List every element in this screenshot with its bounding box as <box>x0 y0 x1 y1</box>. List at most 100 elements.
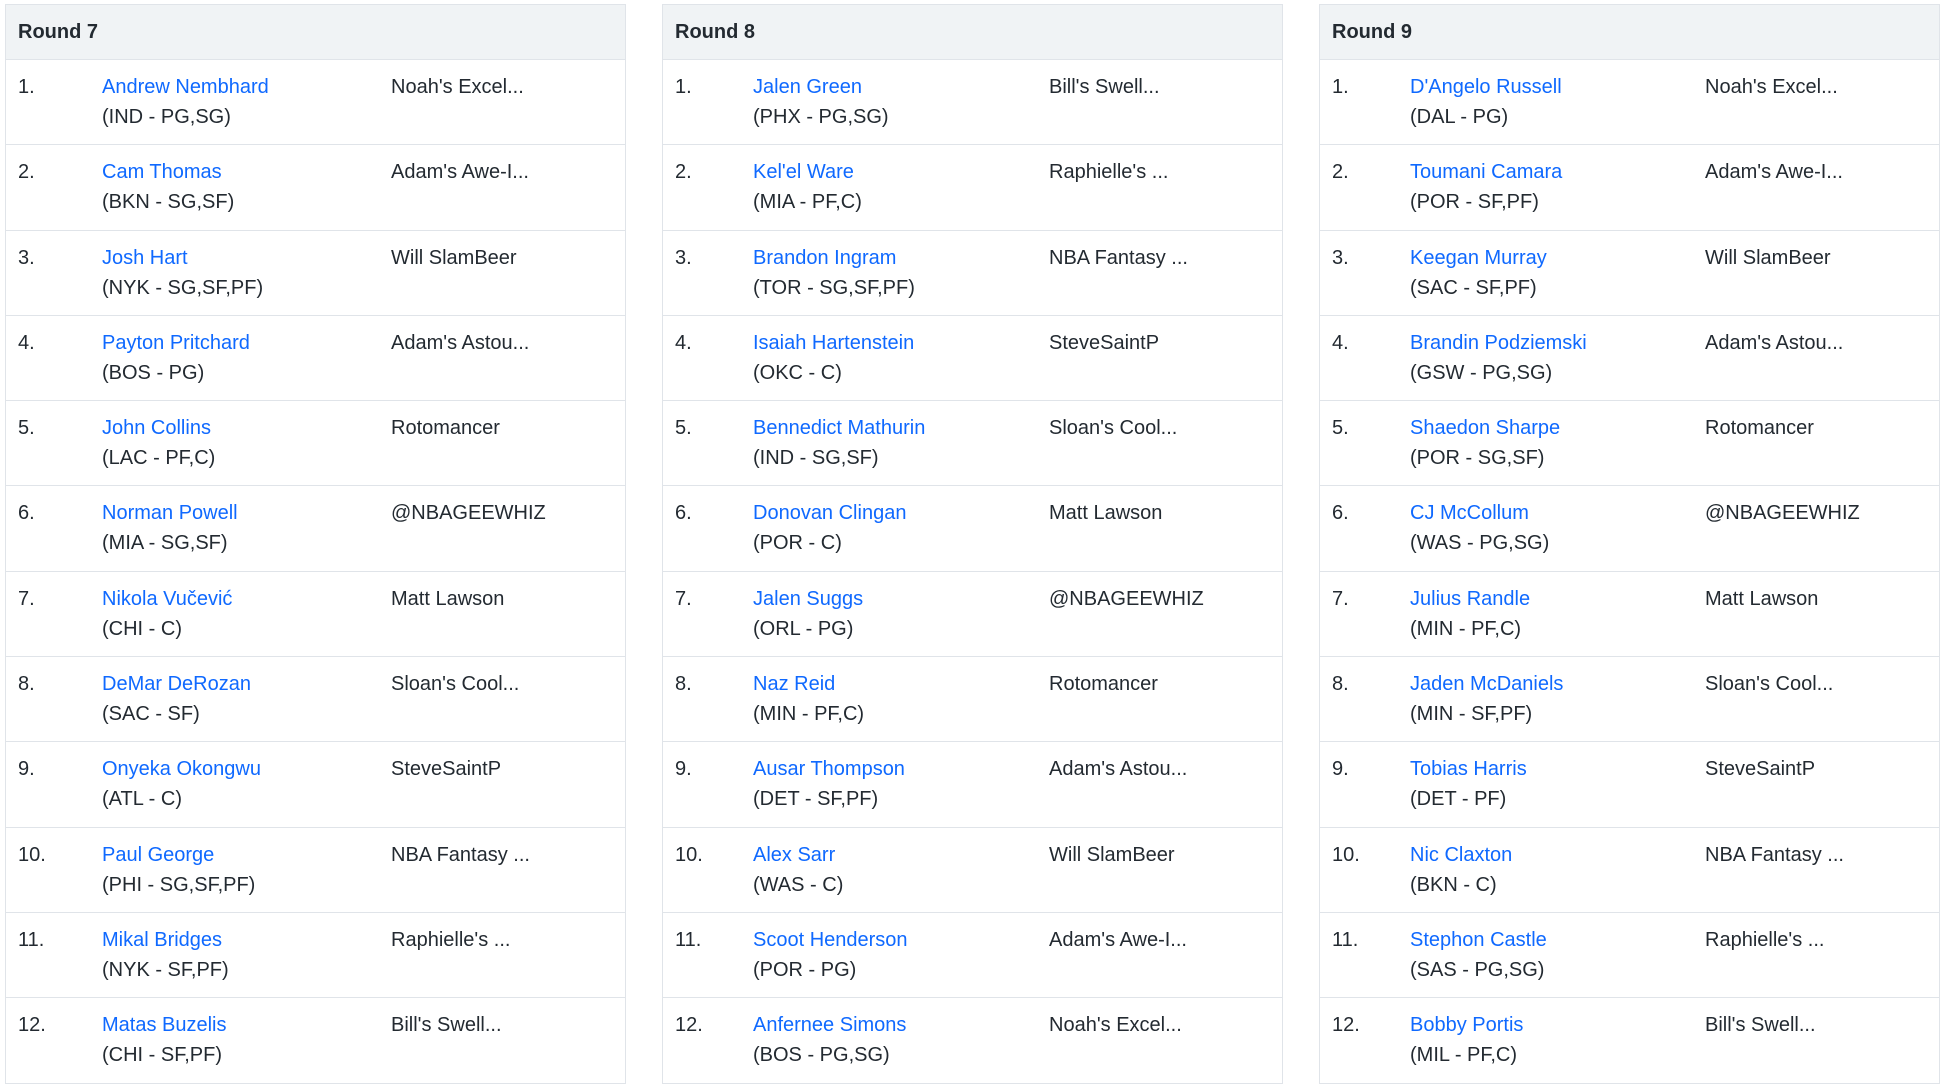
player-team-position: (DET - SF,PF) <box>753 788 879 811</box>
round-title: Round 7 <box>6 5 625 60</box>
player-name-link[interactable]: D'Angelo Russell <box>1410 76 1562 99</box>
player-name-link[interactable]: Bennedict Mathurin <box>753 417 925 440</box>
round-column-7: Round 7 1. Andrew Nembhard (IND - PG,SG) Noa… <box>5 4 626 1084</box>
player-name-link[interactable]: Brandon Ingram <box>753 247 896 270</box>
fantasy-team-name: Bill's Swell... <box>1705 1014 1816 1037</box>
pick-row: 2. Kel'el Ware (MIA - PF,C) Raphielle's ... <box>663 145 1282 231</box>
round-column-8: Round 8 1. Jalen Green (PHX - PG,SG) Bill's … <box>662 4 1283 1084</box>
player-name-link[interactable]: Norman Powell <box>102 502 238 525</box>
player-name-link[interactable]: Donovan Clingan <box>753 502 906 525</box>
fantasy-team-name: Sloan's Cool... <box>1049 417 1178 440</box>
player-team-position: (MIL - PF,C) <box>1410 1044 1518 1067</box>
fantasy-team-name: Adam's Awe-I... <box>391 161 529 184</box>
pick-row: 2. Toumani Camara (POR - SF,PF) Adam's Awe-… <box>1320 145 1939 231</box>
player-name-link[interactable]: DeMar DeRozan <box>102 673 251 696</box>
player-name-link[interactable]: Onyeka Okongwu <box>102 758 261 781</box>
pick-row: 3. Brandon Ingram (TOR - SG,SF,PF) NBA Fant… <box>663 231 1282 316</box>
player-name-link[interactable]: Nikola Vučević <box>102 588 232 611</box>
pick-number: 11. <box>18 928 45 951</box>
pick-number: 12. <box>1332 1014 1360 1037</box>
player-team-position: (CHI - C) <box>102 617 182 640</box>
player-name-link[interactable]: Matas Buzelis <box>102 1014 227 1037</box>
player-name-link[interactable]: Shaedon Sharpe <box>1410 417 1560 440</box>
pick-number: 1. <box>675 76 692 98</box>
player-name-link[interactable]: Anfernee Simons <box>753 1014 906 1037</box>
player-name-link[interactable]: Bobby Portis <box>1410 1014 1523 1037</box>
pick-row: 9. Onyeka Okongwu (ATL - C) SteveSaintP <box>6 742 625 828</box>
player-name-link[interactable]: John Collins <box>102 417 211 440</box>
fantasy-team-name: NBA Fantasy ... <box>1705 843 1844 866</box>
pick-row: 10. Alex Sarr (WAS - C) Will SlamBeer <box>663 828 1282 913</box>
pick-number: 8. <box>18 673 35 696</box>
pick-row: 4. Isaiah Hartenstein (OKC - C) SteveSaintP <box>663 316 1282 402</box>
fantasy-team-name: Matt Lawson <box>1049 502 1163 525</box>
player-name-link[interactable]: Nic Claxton <box>1410 844 1512 867</box>
player-name-link[interactable]: Scoot Henderson <box>753 929 908 952</box>
fantasy-team-name: Bill's Swell... <box>1049 76 1160 98</box>
player-name-link[interactable]: CJ McCollum <box>1410 502 1529 525</box>
pick-number: 10. <box>675 843 703 866</box>
pick-row: 7. Nikola Vučević (CHI - C) Matt Lawson <box>6 572 625 658</box>
player-name-link[interactable]: Josh Hart <box>102 247 188 270</box>
player-name-link[interactable]: Toumani Camara <box>1410 161 1562 184</box>
pick-number: 7. <box>18 587 35 610</box>
fantasy-team-name: Rotomancer <box>391 417 500 440</box>
player-name-link[interactable]: Mikal Bridges <box>102 929 222 952</box>
player-name-link[interactable]: Julius Randle <box>1410 588 1530 611</box>
player-team-position: (POR - SG,SF) <box>1410 447 1545 470</box>
pick-row: 8. Jaden McDaniels (MIN - SF,PF) Sloan's Co… <box>1320 657 1939 743</box>
player-team-position: (SAC - SF,PF) <box>1410 276 1537 299</box>
player-team-position: (GSW - PG,SG) <box>1410 361 1553 384</box>
player-name-link[interactable]: Cam Thomas <box>102 161 222 184</box>
pick-number: 11. <box>675 928 702 951</box>
player-name-link[interactable]: Jalen Suggs <box>753 588 863 611</box>
player-name-link[interactable]: Naz Reid <box>753 673 835 696</box>
pick-number: 2. <box>675 161 692 184</box>
pick-number: 10. <box>18 843 46 866</box>
player-name-link[interactable]: Keegan Murray <box>1410 247 1547 270</box>
pick-row: 12. Matas Buzelis (CHI - SF,PF) Bill's Swel… <box>6 998 625 1084</box>
player-name-link[interactable]: Alex Sarr <box>753 844 835 867</box>
player-name-link[interactable]: Jaden McDaniels <box>1410 673 1563 696</box>
pick-number: 7. <box>675 587 692 610</box>
fantasy-team-name: Rotomancer <box>1705 417 1814 440</box>
fantasy-team-name: Matt Lawson <box>1705 587 1819 610</box>
player-name-link[interactable]: Jalen Green <box>753 76 862 99</box>
pick-number: 2. <box>1332 161 1349 184</box>
pick-number: 7. <box>1332 587 1349 610</box>
player-name-link[interactable]: Isaiah Hartenstein <box>753 332 914 355</box>
player-team-position: (MIN - SF,PF) <box>1410 703 1533 726</box>
player-name-link[interactable]: Kel'el Ware <box>753 161 854 184</box>
pick-row: 5. Shaedon Sharpe (POR - SG,SF) Rotomancer <box>1320 401 1939 487</box>
player-name-link[interactable]: Stephon Castle <box>1410 929 1547 952</box>
pick-number: 3. <box>18 246 35 269</box>
player-team-position: (ATL - C) <box>102 788 182 811</box>
player-name-link[interactable]: Tobias Harris <box>1410 758 1527 781</box>
pick-row: 1. Jalen Green (PHX - PG,SG) Bill's Swell..… <box>663 60 1282 146</box>
pick-number: 5. <box>18 417 35 440</box>
pick-row: 6. Norman Powell (MIA - SG,SF) @NBAGEEWHIZ <box>6 486 625 572</box>
fantasy-team-name: Raphielle's ... <box>391 928 511 951</box>
player-team-position: (BOS - PG) <box>102 361 205 384</box>
pick-row: 3. Keegan Murray (SAC - SF,PF) Will SlamBee… <box>1320 231 1939 316</box>
pick-row: 11. Mikal Bridges (NYK - SF,PF) Raphielle's… <box>6 913 625 999</box>
pick-row: 12. Anfernee Simons (BOS - PG,SG) Noah's Ex… <box>663 998 1282 1084</box>
player-name-link[interactable]: Paul George <box>102 844 214 867</box>
player-team-position: (SAC - SF) <box>102 703 200 726</box>
fantasy-team-name: @NBAGEEWHIZ <box>391 502 546 525</box>
player-name-link[interactable]: Brandin Podziemski <box>1410 332 1587 355</box>
player-team-position: (MIN - PF,C) <box>1410 617 1522 640</box>
player-name-link[interactable]: Ausar Thompson <box>753 758 905 781</box>
player-team-position: (POR - C) <box>753 532 842 555</box>
player-name-link[interactable]: Andrew Nembhard <box>102 76 269 99</box>
player-team-position: (DET - PF) <box>1410 788 1507 811</box>
fantasy-team-name: Will SlamBeer <box>391 246 517 269</box>
pick-number: 4. <box>675 331 692 354</box>
pick-number: 1. <box>1332 76 1349 98</box>
pick-number: 10. <box>1332 843 1360 866</box>
fantasy-team-name: NBA Fantasy ... <box>1049 246 1188 269</box>
player-name-link[interactable]: Payton Pritchard <box>102 332 250 355</box>
pick-number: 3. <box>1332 246 1349 269</box>
pick-row: 4. Brandin Podziemski (GSW - PG,SG) Adam's … <box>1320 316 1939 402</box>
fantasy-team-name: Sloan's Cool... <box>391 673 520 696</box>
